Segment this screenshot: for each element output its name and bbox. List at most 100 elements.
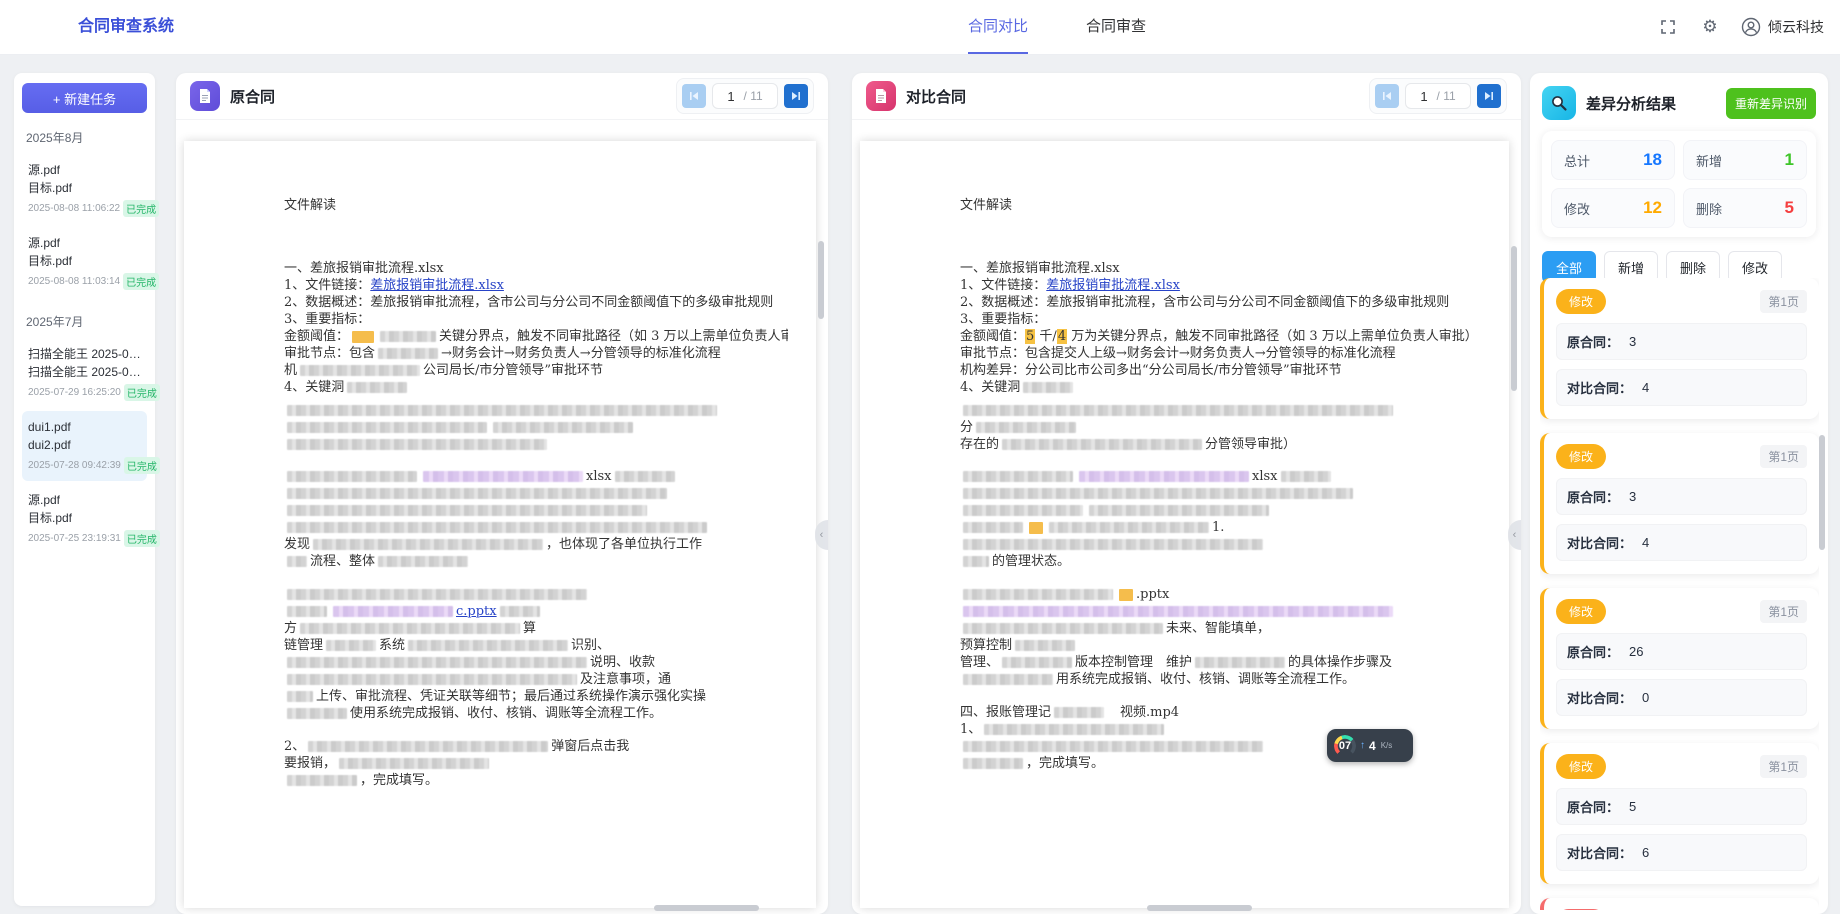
original-prev-page-button[interactable]: [682, 84, 706, 108]
doc-link[interactable]: c.pptx: [456, 604, 497, 619]
doc-text: 2、: [284, 739, 305, 754]
net-speed-widget[interactable]: 07 ↑ 4 K/s: [1327, 729, 1413, 762]
redacted-text: [1089, 505, 1269, 516]
compare-page-input[interactable]: 1 / 11: [1405, 83, 1471, 109]
diff-card[interactable]: 删除第2页原合同：公司与对比合同：无内容: [1540, 898, 1819, 910]
doc-text: 分: [960, 420, 973, 435]
compare-pager: 1 / 11: [1369, 78, 1507, 114]
tab-contract-compare[interactable]: 合同对比: [968, 0, 1028, 54]
main-tabs: 合同对比 合同审查: [968, 0, 1146, 54]
diff-page-badge: 第1页: [1760, 290, 1807, 313]
original-total-pages: / 11: [744, 89, 763, 103]
doc-line: 分: [960, 419, 1481, 436]
task-item[interactable]: 源.pdf目标.pdf2025-07-25 23:19:31已完成: [22, 484, 147, 554]
diff-list-scrollbar[interactable]: [1819, 435, 1825, 550]
diff-card[interactable]: 修改第1页原合同：3对比合同：4: [1540, 278, 1819, 419]
doc-line: 文件解读: [284, 197, 788, 214]
doc-text: 算: [523, 621, 536, 636]
task-status-badge: 已完成: [124, 384, 160, 401]
compare-next-page-button[interactable]: [1477, 84, 1501, 108]
redacted-text: [1002, 439, 1202, 450]
diff-card[interactable]: 修改第1页原合同：5对比合同：6: [1540, 743, 1819, 884]
doc-line: [960, 502, 1481, 519]
doc-line: 4、关键洞: [284, 379, 788, 396]
doc-text: 3、重要指标：: [284, 312, 370, 327]
redacted-text: [1195, 657, 1285, 668]
tab-contract-review[interactable]: 合同审查: [1086, 0, 1146, 54]
doc-line: 3、重要指标：: [960, 311, 1481, 328]
task-meta: 2025-08-08 11:06:22已完成: [28, 200, 141, 217]
task-item[interactable]: dui1.pdfdui2.pdf2025-07-28 09:42:39已完成: [22, 411, 147, 481]
doc-link[interactable]: 差旅报销审批流程.xlsx: [370, 278, 504, 293]
doc-line: [284, 485, 788, 502]
doc-line: 机公司局长/市分管领导”审批环节: [284, 362, 788, 379]
fullscreen-icon[interactable]: [1657, 16, 1679, 38]
diff-row: 对比合同：4: [1556, 369, 1807, 406]
analysis-title: 差异分析结果: [1586, 93, 1676, 114]
task-status-badge: 已完成: [123, 200, 159, 217]
highlight-mark: [352, 331, 374, 343]
original-document-icon: [190, 81, 220, 111]
redacted-text: [287, 405, 717, 416]
doc-text: 4、关键洞: [284, 380, 344, 395]
task-item[interactable]: 源.pdf目标.pdf2025-08-08 11:06:22已完成: [22, 154, 147, 224]
redacted-text: [287, 556, 307, 567]
original-horizontal-scrollbar[interactable]: [654, 905, 759, 911]
original-panel-title: 原合同: [230, 86, 275, 107]
diff-card-header: 修改第1页: [1556, 599, 1807, 624]
redacted-highlight: [423, 471, 583, 482]
diff-type-badge: 删除: [1556, 909, 1606, 910]
stat-label: 新增: [1696, 151, 1722, 170]
doc-text: 2、数据概述：差旅报销审批流程，含市公司与分公司不同金额阈值下的多级审批规则: [960, 295, 1449, 310]
diff-row-value: 0: [1642, 690, 1649, 705]
compare-horizontal-scrollbar[interactable]: [1147, 905, 1252, 911]
task-group-label: 2025年8月: [26, 129, 143, 146]
compare-collapse-handle[interactable]: ‹: [1508, 520, 1521, 550]
redacted-text: [1015, 640, 1075, 651]
diff-row-value: 4: [1642, 380, 1649, 395]
rerun-diff-button[interactable]: 重新差异识别: [1726, 88, 1816, 119]
doc-text: 机: [284, 363, 297, 378]
compare-vertical-scrollbar[interactable]: [1511, 246, 1517, 391]
doc-line: [284, 502, 788, 519]
stat-value: 12: [1643, 198, 1662, 218]
doc-line: 审批节点：包含→财务会计→财务负责人→分管领导的标准化流程: [284, 345, 788, 362]
doc-text: ，完成填写。: [1026, 756, 1104, 771]
redacted-text: [1049, 522, 1209, 533]
doc-text: 1、文件链接：: [284, 278, 370, 293]
doc-line: 2、弹窗后点击我: [284, 738, 788, 755]
task-timestamp: 2025-07-25 23:19:31: [28, 533, 121, 544]
original-current-page: 1: [727, 89, 734, 104]
diff-page-badge: 第1页: [1760, 445, 1807, 468]
task-timestamp: 2025-08-08 11:06:22: [28, 203, 120, 214]
redacted-text: [287, 488, 667, 499]
doc-link[interactable]: 差旅报销审批流程.xlsx: [1046, 278, 1180, 293]
diff-row-label: 对比合同：: [1567, 533, 1632, 552]
task-item[interactable]: 源.pdf目标.pdf2025-08-08 11:03:14已完成: [22, 227, 147, 297]
diff-card[interactable]: 修改第1页原合同：3对比合同：4: [1540, 433, 1819, 574]
original-page-input[interactable]: 1 / 11: [712, 83, 778, 109]
settings-gear-icon[interactable]: ⚙: [1699, 16, 1721, 38]
doc-text: 未来、智能填单，: [1166, 621, 1270, 636]
doc-line: 用系统完成报销、收付、核销、调账等全流程工作。: [960, 671, 1481, 688]
diff-row-label: 原合同：: [1567, 487, 1619, 506]
doc-text: 1、: [960, 722, 981, 737]
doc-line: 预算控制: [960, 637, 1481, 654]
stat-cell: 新增1: [1683, 140, 1807, 180]
original-vertical-scrollbar[interactable]: [818, 241, 824, 319]
task-source-file: 源.pdf: [28, 234, 141, 252]
compare-prev-page-button[interactable]: [1375, 84, 1399, 108]
task-item[interactable]: 扫描全能王 2025-07-11 1...扫描全能王 2025-07-11 1.…: [22, 338, 147, 408]
redacted-text: [493, 422, 633, 433]
redacted-text: [308, 741, 548, 752]
redacted-text: [963, 471, 1073, 482]
new-task-button[interactable]: + 新建任务: [22, 83, 147, 113]
original-collapse-handle[interactable]: ‹: [815, 520, 828, 550]
original-next-page-button[interactable]: [784, 84, 808, 108]
diff-card[interactable]: 修改第1页原合同：26对比合同：0: [1540, 588, 1819, 729]
redacted-text: [615, 471, 675, 482]
compare-document-content: 文件解读一、差旅报销审批流程.xlsx1、文件链接：差旅报销审批流程.xlsx2…: [860, 141, 1509, 772]
redacted-text: [326, 640, 376, 651]
user-menu[interactable]: 倾云科技: [1741, 17, 1824, 37]
doc-line: [960, 485, 1481, 502]
